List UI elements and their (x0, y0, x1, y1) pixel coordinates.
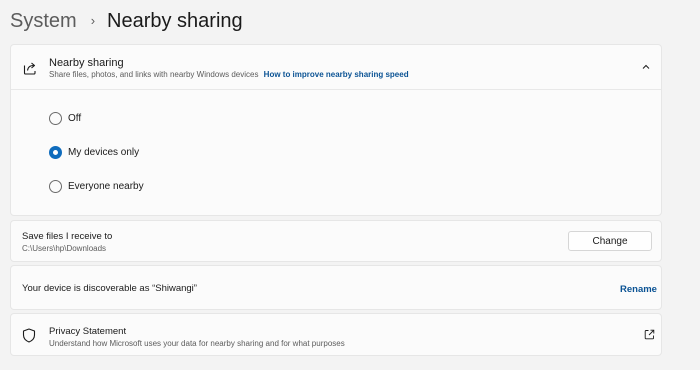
privacy-statement-title: Privacy Statement (49, 326, 127, 337)
discoverable-text: Your device is discoverable as “Shiwangi… (22, 283, 197, 294)
radio-option-everyone[interactable]: Everyone nearby (49, 180, 144, 193)
nearby-sharing-description: Share files, photos, and links with near… (49, 70, 409, 79)
change-button[interactable]: Change (568, 231, 652, 251)
nearby-sharing-header[interactable]: Nearby sharing Share files, photos, and … (11, 45, 661, 90)
nearby-sharing-title: Nearby sharing (49, 57, 124, 69)
radio-off-label: Off (68, 113, 82, 124)
save-location-card: Save files I receive to C:\Users\hp\Down… (10, 220, 662, 262)
save-location-title: Save files I receive to (22, 231, 113, 242)
radio-option-off[interactable]: Off (49, 112, 81, 125)
share-icon (23, 62, 36, 75)
privacy-statement-card[interactable]: Privacy Statement Understand how Microso… (10, 313, 662, 356)
radio-everyone[interactable] (49, 180, 62, 193)
radio-everyone-label: Everyone nearby (68, 181, 144, 192)
settings-page: System › Nearby sharing Nearby sharing S… (0, 0, 700, 370)
nearby-sharing-description-text: Share files, photos, and links with near… (49, 70, 259, 79)
radio-my-devices[interactable] (49, 146, 62, 159)
save-location-path: C:\Users\hp\Downloads (22, 244, 107, 253)
breadcrumb-separator: › (90, 13, 96, 28)
nearby-sharing-card: Nearby sharing Share files, photos, and … (10, 44, 662, 216)
discoverable-card: Your device is discoverable as “Shiwangi… (10, 265, 662, 310)
open-external-icon[interactable] (644, 329, 655, 340)
privacy-statement-description: Understand how Microsoft uses your data … (49, 339, 345, 348)
page-title: Nearby sharing (107, 10, 243, 32)
shield-icon (22, 328, 36, 343)
breadcrumb: System › Nearby sharing (10, 6, 243, 36)
radio-off[interactable] (49, 112, 62, 125)
chevron-up-icon[interactable] (641, 62, 651, 72)
radio-option-my-devices[interactable]: My devices only (49, 146, 139, 159)
nearby-sharing-help-link[interactable]: How to improve nearby sharing speed (264, 70, 409, 79)
rename-link[interactable]: Rename (620, 284, 657, 295)
radio-my-devices-label: My devices only (68, 147, 140, 158)
breadcrumb-system[interactable]: System (10, 6, 77, 36)
